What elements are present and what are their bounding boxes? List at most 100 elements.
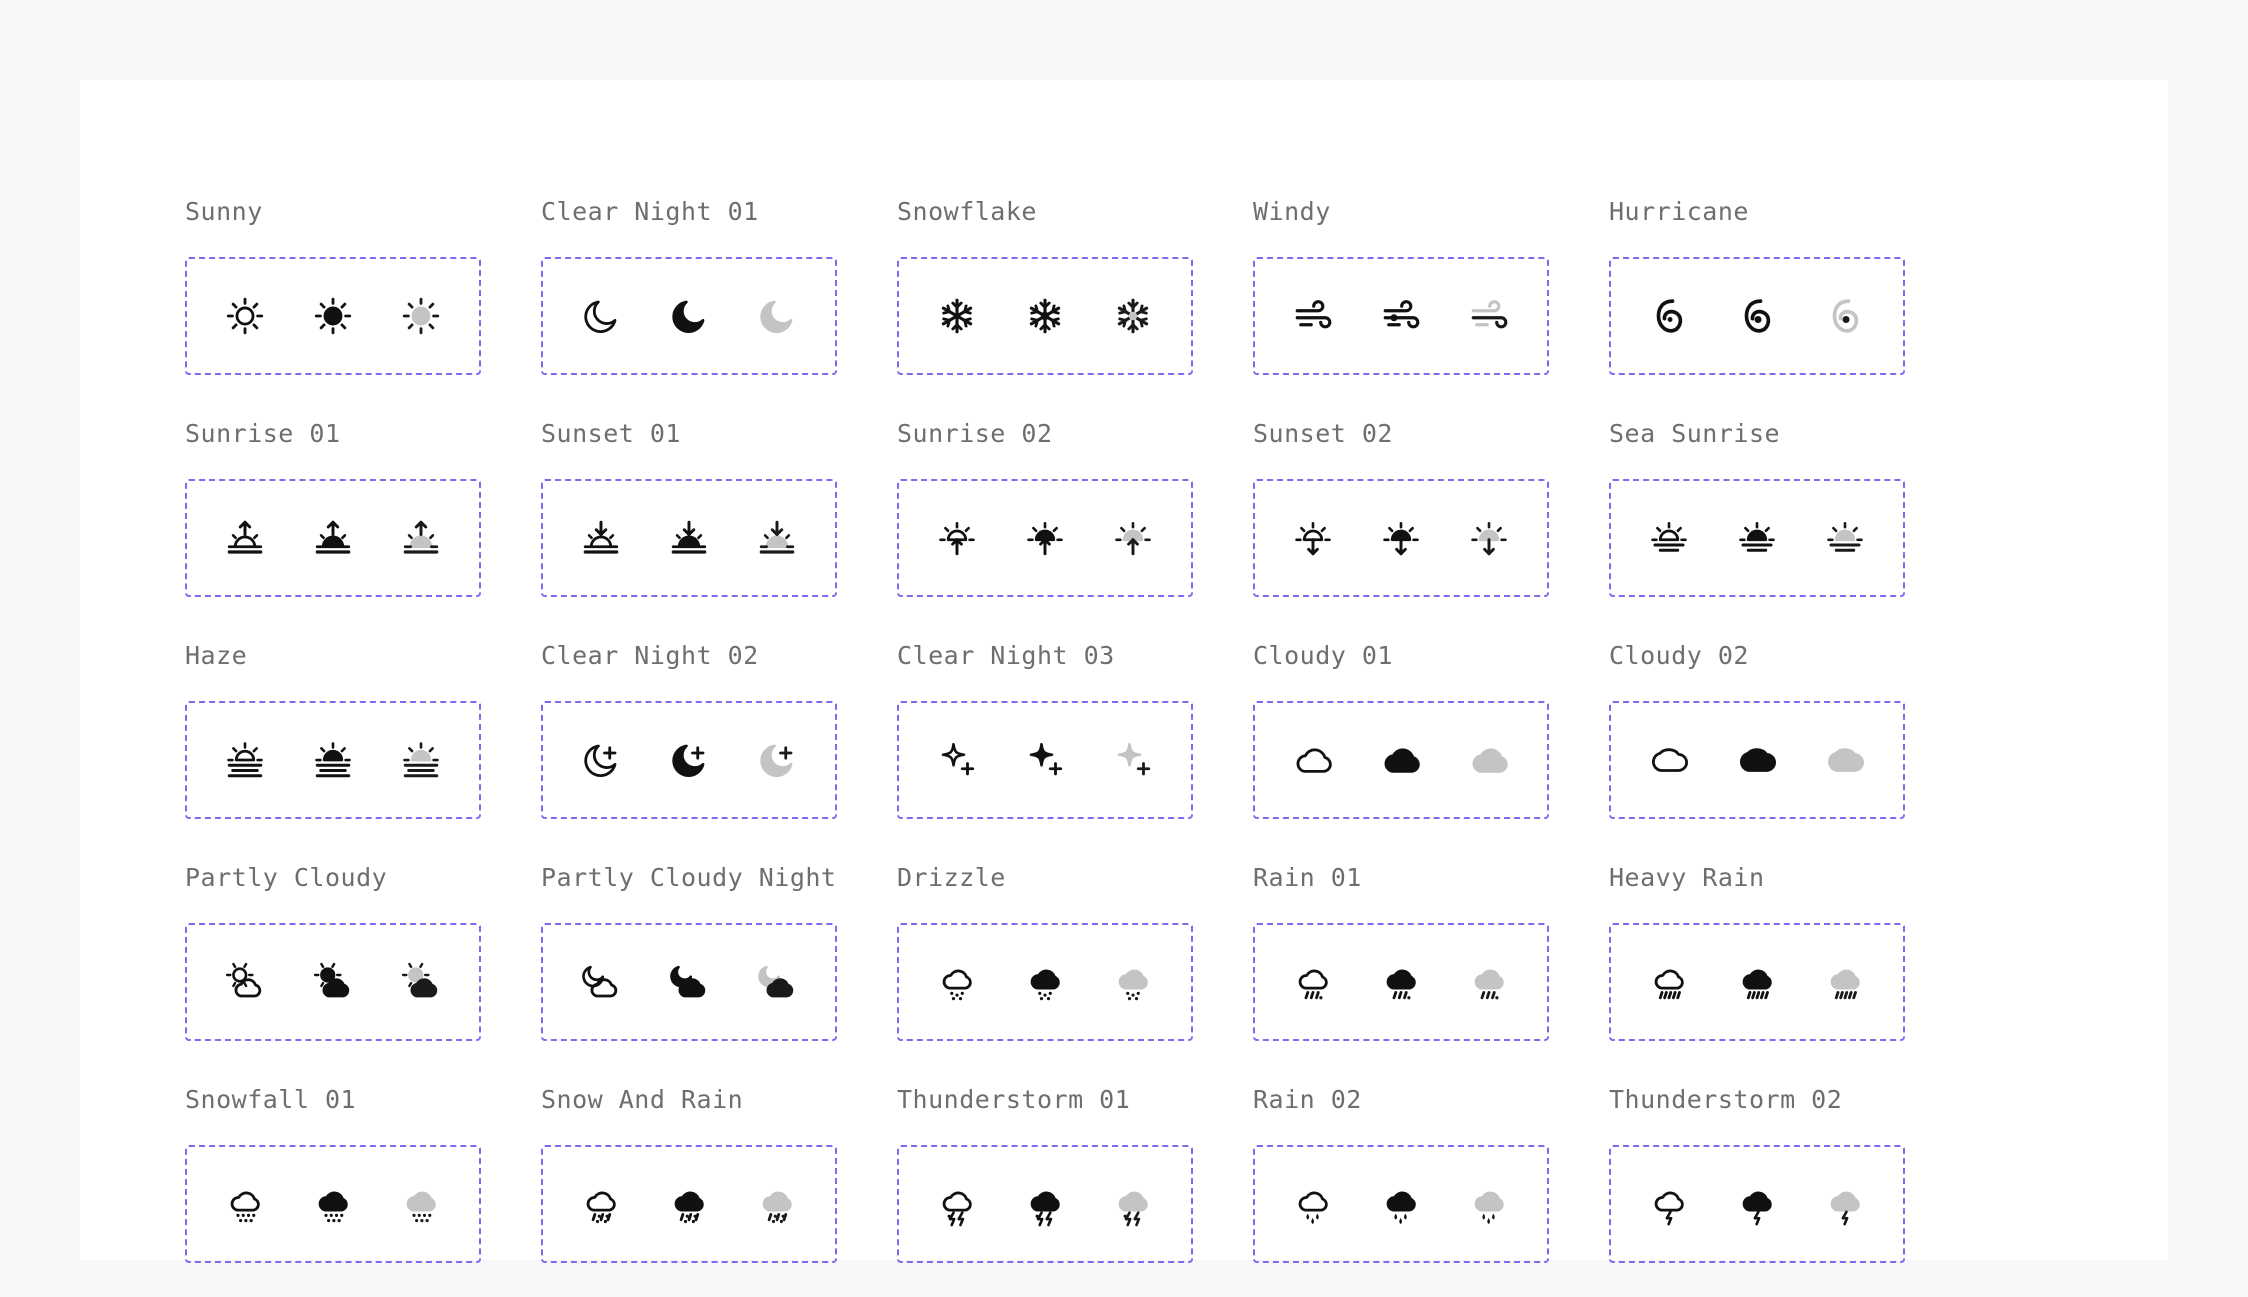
- icon-card-snow-and-rain: Snow And Rain: [541, 1075, 837, 1297]
- snowflake-outline-icon[interactable]: [936, 295, 978, 337]
- icon-grid: Sunny Clear Night 01 Snowflake Windy Hur…: [185, 187, 1905, 1297]
- cloud2-solid-icon[interactable]: [1736, 739, 1778, 781]
- hurricane-solid-icon[interactable]: [1736, 295, 1778, 337]
- sun-solid-icon[interactable]: [312, 295, 354, 337]
- icon-variant-frame: [897, 701, 1193, 819]
- rain2-solid-icon[interactable]: [1380, 1183, 1422, 1225]
- cloud1-solid-icon[interactable]: [1380, 739, 1422, 781]
- thunder2-duotone-icon[interactable]: [1824, 1183, 1866, 1226]
- sparkles-duotone-icon[interactable]: [1112, 739, 1154, 781]
- icon-variant-frame: [185, 923, 481, 1041]
- wind-solid-icon[interactable]: [1380, 295, 1422, 337]
- moon-duotone-icon[interactable]: [756, 295, 798, 337]
- rain2-duotone-icon[interactable]: [1468, 1183, 1510, 1225]
- snowfall-solid-icon[interactable]: [312, 1183, 354, 1225]
- snowflake-solid-icon[interactable]: [1024, 295, 1066, 337]
- icon-card-thunderstorm-01: Thunderstorm 01: [897, 1075, 1193, 1297]
- rain1-solid-icon[interactable]: [1380, 961, 1422, 1003]
- moon-outline-icon[interactable]: [580, 295, 622, 337]
- snowflake-duotone-icon[interactable]: [1112, 295, 1154, 337]
- icon-variant-frame: [1609, 701, 1905, 819]
- sunset2-outline-icon[interactable]: [1292, 517, 1334, 559]
- partlycloudy-solid-icon[interactable]: [312, 961, 354, 1003]
- snowrain-duotone-icon[interactable]: [756, 1183, 798, 1225]
- haze-outline-icon[interactable]: [224, 739, 266, 781]
- sunset1-outline-icon[interactable]: [580, 517, 622, 559]
- haze-duotone-icon[interactable]: [400, 739, 442, 781]
- moonstar-duotone-icon[interactable]: [756, 739, 798, 781]
- icon-card-label: Partly Cloudy: [185, 863, 388, 892]
- icon-card-label: Clear Night 01: [541, 197, 759, 226]
- icon-variant-frame: [897, 479, 1193, 597]
- icon-variant-frame: [185, 1145, 481, 1263]
- thunder2-solid-icon[interactable]: [1736, 1183, 1778, 1226]
- snowfall-duotone-icon[interactable]: [400, 1183, 442, 1225]
- icon-card-thunderstorm-02: Thunderstorm 02: [1609, 1075, 1905, 1297]
- icon-card-label: Clear Night 03: [897, 641, 1115, 670]
- cloud1-duotone-icon[interactable]: [1468, 739, 1510, 781]
- sunset1-duotone-icon[interactable]: [756, 517, 798, 559]
- sunrise1-outline-icon[interactable]: [224, 517, 266, 559]
- thunder1-outline-icon[interactable]: [936, 1183, 978, 1227]
- drizzle-solid-icon[interactable]: [1024, 961, 1066, 1003]
- heavyrain-duotone-icon[interactable]: [1824, 961, 1866, 1003]
- wind-duotone-icon[interactable]: [1468, 295, 1510, 337]
- icon-card-label: Heavy Rain: [1609, 863, 1765, 892]
- sunrise1-duotone-icon[interactable]: [400, 517, 442, 559]
- hurricane-outline-icon[interactable]: [1648, 295, 1690, 337]
- moonstar-solid-icon[interactable]: [668, 739, 710, 781]
- thunder2-outline-icon[interactable]: [1648, 1183, 1690, 1226]
- partlycloudynight-solid-icon[interactable]: [668, 961, 710, 1003]
- rain2-outline-icon[interactable]: [1292, 1183, 1334, 1225]
- seasunrise-outline-icon[interactable]: [1648, 517, 1690, 559]
- icon-variant-frame: [897, 257, 1193, 375]
- sunrise2-solid-icon[interactable]: [1024, 517, 1066, 559]
- icon-card-heavy-rain: Heavy Rain: [1609, 853, 1905, 1075]
- cloud2-outline-icon[interactable]: [1648, 739, 1690, 781]
- drizzle-duotone-icon[interactable]: [1112, 961, 1154, 1003]
- seasunrise-duotone-icon[interactable]: [1824, 517, 1866, 559]
- thunder1-duotone-icon[interactable]: [1112, 1183, 1154, 1227]
- snowfall-outline-icon[interactable]: [224, 1183, 266, 1225]
- seasunrise-solid-icon[interactable]: [1736, 517, 1778, 559]
- icon-card-sunset-02: Sunset 02: [1253, 409, 1549, 631]
- rain1-duotone-icon[interactable]: [1468, 961, 1510, 1003]
- sunrise2-outline-icon[interactable]: [936, 517, 978, 559]
- cloud2-duotone-icon[interactable]: [1824, 739, 1866, 781]
- heavyrain-outline-icon[interactable]: [1648, 961, 1690, 1003]
- icon-card-label: Rain 01: [1253, 863, 1362, 892]
- heavyrain-solid-icon[interactable]: [1736, 961, 1778, 1003]
- icon-card-sea-sunrise: Sea Sunrise: [1609, 409, 1905, 631]
- sun-outline-icon[interactable]: [224, 295, 266, 337]
- partlycloudy-duotone-icon[interactable]: [400, 961, 442, 1003]
- moonstar-outline-icon[interactable]: [580, 739, 622, 781]
- moon-solid-icon[interactable]: [668, 295, 710, 337]
- wind-outline-icon[interactable]: [1292, 295, 1334, 337]
- haze-solid-icon[interactable]: [312, 739, 354, 781]
- icon-variant-frame: [185, 257, 481, 375]
- partlycloudynight-duotone-icon[interactable]: [756, 961, 798, 1003]
- rain1-outline-icon[interactable]: [1292, 961, 1334, 1003]
- sparkles-outline-icon[interactable]: [936, 739, 978, 781]
- snowrain-outline-icon[interactable]: [580, 1183, 622, 1225]
- thunder1-solid-icon[interactable]: [1024, 1183, 1066, 1227]
- icon-card-label: Sunny: [185, 197, 263, 226]
- partlycloudy-outline-icon[interactable]: [224, 961, 266, 1003]
- hurricane-duotone-icon[interactable]: [1824, 295, 1866, 337]
- icon-variant-frame: [1609, 257, 1905, 375]
- snowrain-solid-icon[interactable]: [668, 1183, 710, 1225]
- icon-variant-frame: [1253, 923, 1549, 1041]
- sunrise1-solid-icon[interactable]: [312, 517, 354, 559]
- icon-variant-frame: [541, 923, 837, 1041]
- sunset2-duotone-icon[interactable]: [1468, 517, 1510, 559]
- icon-variant-frame: [541, 257, 837, 375]
- sunrise2-duotone-icon[interactable]: [1112, 517, 1154, 559]
- sunset2-solid-icon[interactable]: [1380, 517, 1422, 559]
- drizzle-outline-icon[interactable]: [936, 961, 978, 1003]
- sun-duotone-icon[interactable]: [400, 295, 442, 337]
- partlycloudynight-outline-icon[interactable]: [580, 961, 622, 1003]
- sunset1-solid-icon[interactable]: [668, 517, 710, 559]
- cloud1-outline-icon[interactable]: [1292, 739, 1334, 781]
- icon-card-label: Thunderstorm 02: [1609, 1085, 1843, 1114]
- sparkles-solid-icon[interactable]: [1024, 739, 1066, 781]
